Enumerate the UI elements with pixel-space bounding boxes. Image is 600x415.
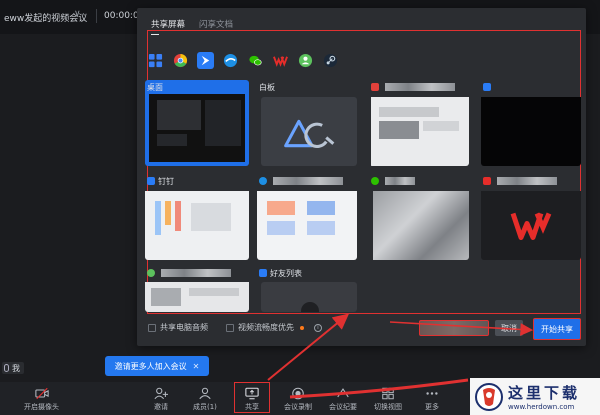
share-tabs: 共享屏幕 闪享文档 <box>151 18 233 30</box>
chrome-icon[interactable] <box>172 52 189 69</box>
video-smooth-checkbox[interactable] <box>226 323 234 332</box>
toolbar-view-switch[interactable]: 切换视图 <box>374 386 402 412</box>
browser-icon <box>259 177 267 185</box>
video-smooth-label: 视频流畅度优先 <box>238 323 294 332</box>
window-thumbnail <box>145 282 249 312</box>
dingtalk-icon <box>147 177 155 185</box>
share-card-desktop[interactable]: 桌面 <box>145 80 249 166</box>
toolbar-label: 成员(1) <box>193 403 217 411</box>
chrome-icon <box>371 83 379 91</box>
annotation-frame <box>234 382 270 413</box>
card-label: 钉钉 <box>158 176 174 186</box>
self-label: 我 <box>2 362 24 374</box>
share-card-dingtalk[interactable]: 钉钉 <box>145 174 249 260</box>
whiteboard-icon <box>284 119 335 148</box>
toolbar-label: 会议录制 <box>284 403 312 411</box>
share-card-whiteboard[interactable]: 白板 <box>257 80 357 166</box>
feishu-icon[interactable] <box>197 52 214 69</box>
browser-icon[interactable] <box>222 52 239 69</box>
window-thumbnail <box>257 191 357 260</box>
record-icon <box>290 386 306 400</box>
friends-list-thumbnail <box>261 282 357 312</box>
watermark-name: 这里下载 <box>508 384 581 402</box>
emoji-app-icon[interactable] <box>297 52 314 69</box>
toolbar-camera[interactable]: 开启摄像头 <box>24 386 59 412</box>
divider <box>96 9 97 23</box>
invite-tip-text: 邀请更多人加入会议 <box>114 361 187 371</box>
close-icon[interactable]: ✕ <box>193 362 200 371</box>
share-card-window[interactable] <box>481 80 581 166</box>
minutes-icon <box>335 386 351 400</box>
app-filter-row <box>147 52 339 69</box>
toolbar-label: 更多 <box>425 403 439 411</box>
share-card-friends-list[interactable]: 好友列表 <box>257 266 357 312</box>
info-icon[interactable]: i <box>314 323 322 332</box>
share-card-wps[interactable] <box>481 174 581 260</box>
tab-share-docs[interactable]: 闪享文档 <box>199 18 233 30</box>
share-card-window[interactable] <box>369 80 469 166</box>
new-dot-icon <box>300 325 304 330</box>
share-audio-label: 共享电脑音频 <box>160 323 208 332</box>
chevron-down-icon[interactable]: ∨ <box>74 9 81 19</box>
wechat-thumbnail <box>373 191 469 260</box>
invite-tip[interactable]: 邀请更多人加入会议 ✕ <box>105 356 209 376</box>
start-share-button[interactable]: 开始共享 <box>533 318 581 340</box>
feishu-icon <box>483 83 491 91</box>
card-label: 桌面 <box>147 82 163 92</box>
members-icon <box>197 386 213 400</box>
toolbar-more[interactable]: 更多 <box>424 386 440 412</box>
tab-share-screen[interactable]: 共享屏幕 <box>151 18 185 30</box>
site-watermark: 这里下载 www.herdown.com <box>470 378 600 415</box>
desktop-thumbnail <box>149 94 245 162</box>
cancel-button[interactable]: 取消 <box>495 320 523 336</box>
invite-icon <box>153 386 169 400</box>
dingtalk-thumbnail <box>145 191 249 260</box>
site-logo-icon <box>475 382 503 411</box>
share-card-window[interactable] <box>145 266 249 312</box>
wechat-icon[interactable] <box>247 52 264 69</box>
toolbar-record[interactable]: 会议录制 <box>284 386 312 412</box>
camera-off-icon <box>34 386 50 400</box>
wps-icon <box>483 177 491 185</box>
emoji-app-icon <box>147 269 155 277</box>
wechat-icon <box>371 177 379 185</box>
share-card-wechat[interactable] <box>369 174 469 260</box>
toolbar-label: 开启摄像头 <box>24 403 59 411</box>
video-smooth-option[interactable]: 视频流畅度优先 i <box>226 322 322 333</box>
wps-icon[interactable] <box>272 52 289 69</box>
whiteboard-thumbnail <box>261 97 357 166</box>
toolbar-label: 会议纪要 <box>329 403 357 411</box>
blurred-button[interactable] <box>419 320 489 336</box>
toolbar-label: 切换视图 <box>374 403 402 411</box>
window-thumbnail <box>371 97 469 166</box>
window-thumbnail <box>481 97 581 166</box>
share-audio-option[interactable]: 共享电脑音频 <box>148 322 208 333</box>
card-label: 好友列表 <box>270 268 302 278</box>
watermark-url: www.herdown.com <box>508 403 575 411</box>
self-name: 我 <box>12 363 20 373</box>
wps-logo-icon <box>510 212 552 240</box>
share-card-window[interactable] <box>257 174 357 260</box>
toolbar-label: 邀请 <box>154 403 168 411</box>
wps-thumbnail <box>481 191 581 260</box>
toolbar-minutes[interactable]: 会议纪要 <box>329 386 357 412</box>
steam-icon[interactable] <box>322 52 339 69</box>
toolbar-invite[interactable]: 邀请 <box>153 386 169 412</box>
card-label: 白板 <box>259 82 275 92</box>
feishu-icon <box>259 269 267 277</box>
toolbar-members[interactable]: 成员(1) <box>193 386 217 412</box>
grid-icon[interactable] <box>147 52 164 69</box>
more-icon <box>424 386 440 400</box>
mic-icon <box>4 364 9 372</box>
view-switch-icon <box>380 386 396 400</box>
share-audio-checkbox[interactable] <box>148 323 156 332</box>
